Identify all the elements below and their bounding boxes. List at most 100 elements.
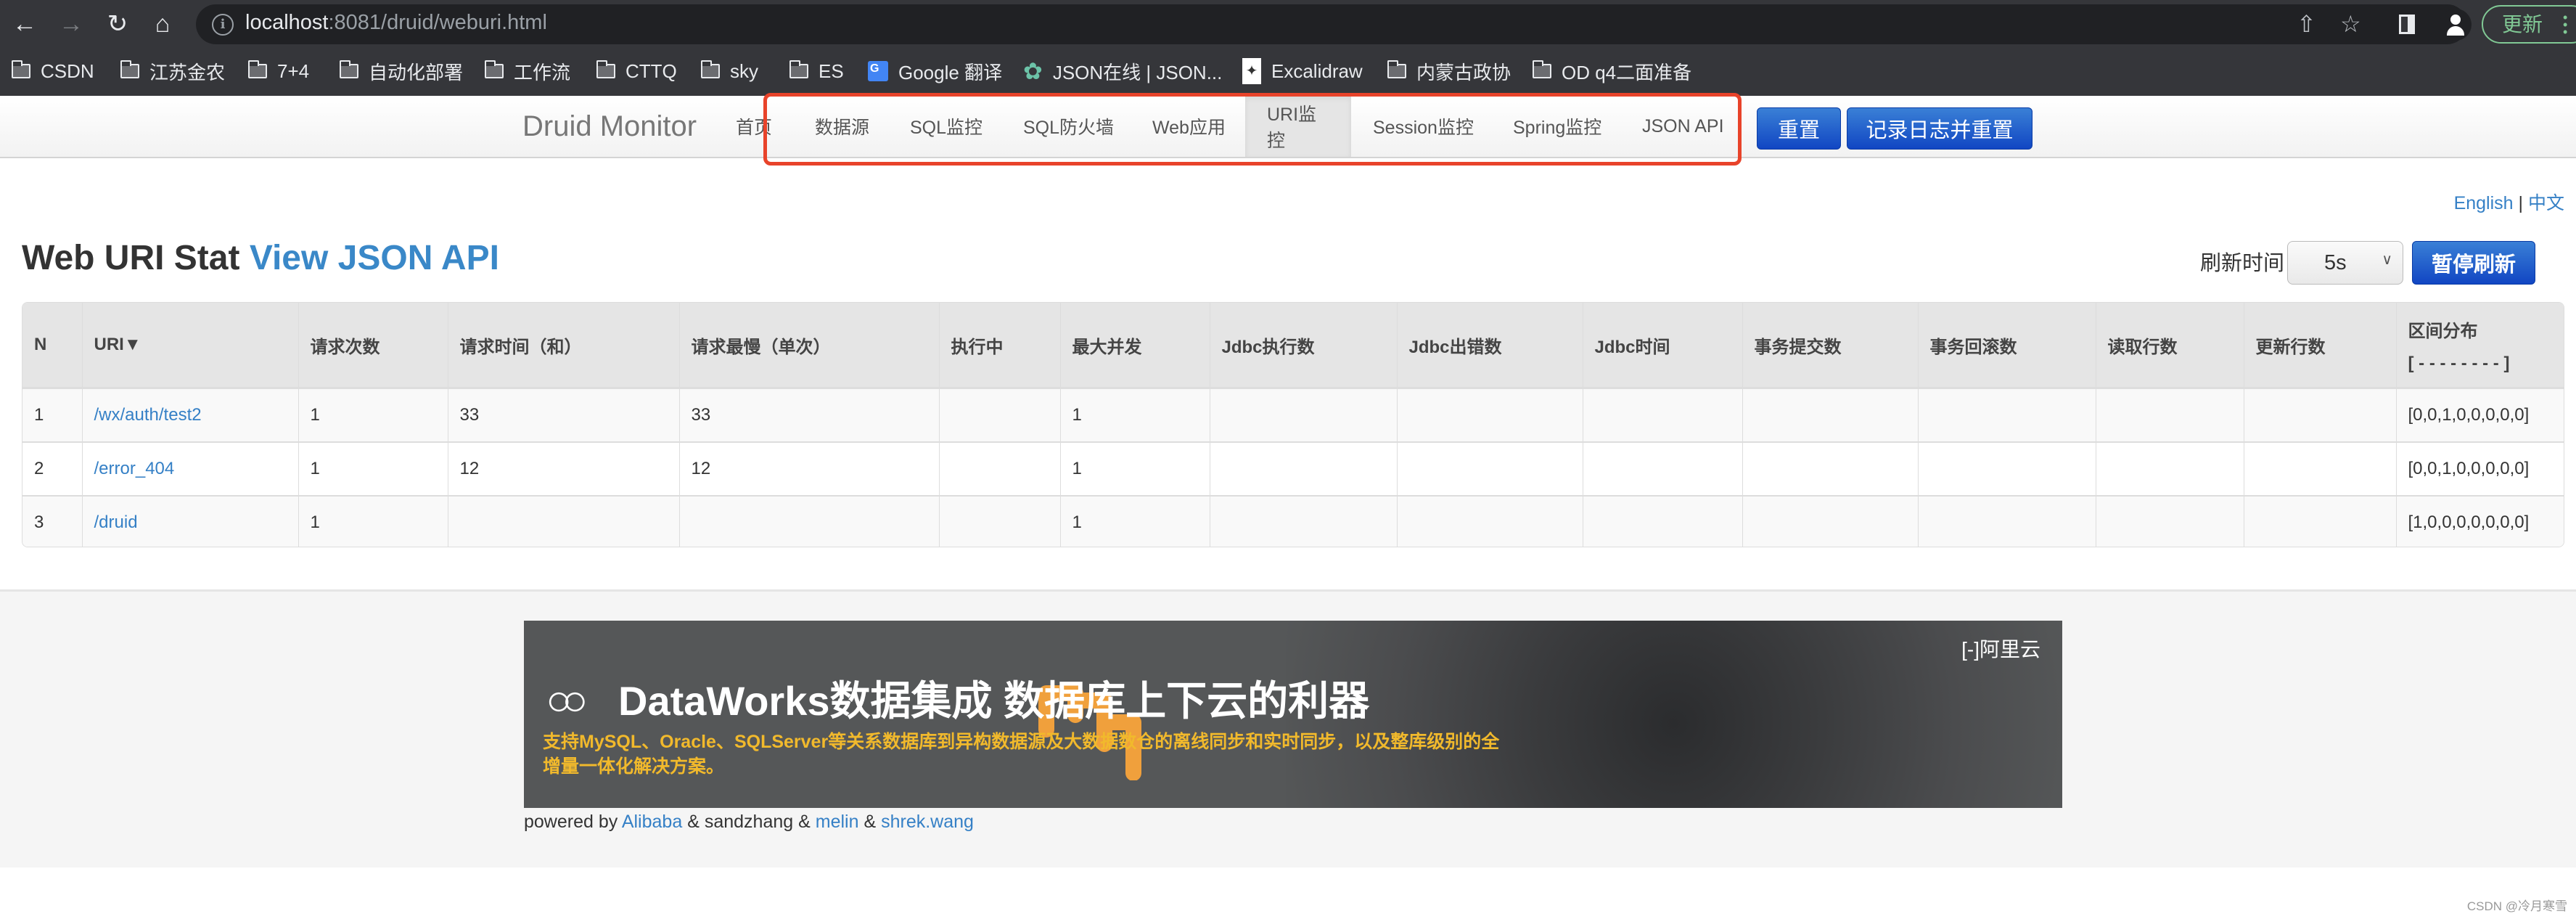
- table-cell: 1: [22, 387, 82, 442]
- folder-icon: [339, 60, 358, 78]
- pause-refresh-button[interactable]: 暂停刷新: [2412, 241, 2535, 285]
- back-arrow-icon[interactable]: ←: [9, 8, 41, 40]
- table-cell: [1209, 441, 1397, 496]
- table-cell: [0,0,1,0,0,0,0,0]: [2395, 441, 2564, 496]
- col-header-request-count[interactable]: 请求次数: [298, 303, 448, 389]
- bookmark-item[interactable]: 自动化部署: [339, 58, 463, 84]
- url-text[interactable]: localhost:8081/druid/weburi.html: [245, 11, 547, 35]
- col-header-uri[interactable]: URI▼: [81, 303, 298, 389]
- nav-item-session[interactable]: Session监控: [1351, 96, 1496, 157]
- refresh-interval-select[interactable]: 5s ∨: [2287, 241, 2403, 285]
- alibaba-link[interactable]: Alibaba: [622, 812, 682, 832]
- bookmark-item[interactable]: ✦ Excalidraw: [1242, 58, 1363, 84]
- col-header-jdbc-error[interactable]: Jdbc出错数: [1396, 303, 1583, 389]
- uri-stat-table: N URI▼ 请求次数 请求时间（和） 请求最慢（单次） 执行中 最大并发 Jd…: [22, 302, 2564, 547]
- col-header-histogram[interactable]: 区间分布[ - - - - - - - - ]: [2395, 303, 2564, 389]
- dataworks-ad-banner[interactable]: ○○ DataWorks数据集成 数据库上下云的利器 支持MySQL、Oracle…: [524, 621, 2062, 808]
- table-cell: [2243, 387, 2396, 442]
- table-cell: [2095, 441, 2244, 496]
- table-cell: [0,0,1,0,0,0,0,0]: [2395, 387, 2564, 442]
- site-info-icon[interactable]: i: [212, 14, 234, 36]
- nav-item-sql-firewall[interactable]: SQL防火墙: [1001, 96, 1136, 157]
- table-header-row: N URI▼ 请求次数 请求时间（和） 请求最慢（单次） 执行中 最大并发 Jd…: [22, 303, 2564, 389]
- col-header-n[interactable]: N: [22, 303, 82, 389]
- browser-chrome: ← → ↻ ⌂ i localhost:8081/druid/weburi.ht…: [0, 0, 2576, 96]
- lang-english-link[interactable]: English: [2454, 193, 2514, 213]
- bookmark-item[interactable]: sky: [700, 58, 758, 84]
- bookmark-item[interactable]: 内蒙古政协: [1387, 58, 1511, 84]
- forward-arrow-icon[interactable]: →: [55, 8, 87, 40]
- folder-icon: [1532, 60, 1551, 78]
- nav-item-uri[interactable]: URI监控: [1245, 96, 1351, 157]
- table-cell: [2243, 441, 2396, 496]
- reset-button[interactable]: 重置: [1757, 107, 1841, 150]
- table-cell: [938, 441, 1060, 496]
- bookmarks-bar: CSDN 江苏金农 7+4 自动化部署 工作流 CTTQ sky ES G Goo…: [0, 48, 2576, 96]
- chevron-down-icon: ∨: [2382, 252, 2392, 268]
- lang-chinese-link[interactable]: 中文: [2528, 193, 2564, 213]
- col-header-jdbc-time[interactable]: Jdbc时间: [1582, 303, 1742, 389]
- nav-item-datasource[interactable]: 数据源: [793, 96, 891, 157]
- table-cell: [938, 495, 1060, 547]
- side-panel-icon[interactable]: [2399, 15, 2415, 34]
- table-cell: [1582, 387, 1742, 442]
- nav-item-json-api[interactable]: JSON API: [1620, 96, 1746, 157]
- col-header-max-concurrency[interactable]: 最大并发: [1059, 303, 1210, 389]
- bookmark-item[interactable]: CSDN: [11, 58, 94, 84]
- bookmark-item[interactable]: G Google 翻译: [868, 58, 1002, 84]
- address-bar[interactable]: i localhost:8081/druid/weburi.html ⇧ ☆: [196, 4, 2467, 44]
- col-header-rows-read[interactable]: 读取行数: [2095, 303, 2244, 389]
- table-cell: 1: [1059, 495, 1210, 547]
- table-cell: 1: [298, 387, 448, 442]
- bookmark-item[interactable]: ✿ JSON在线 | JSON...: [1023, 58, 1222, 84]
- table-cell: [2095, 387, 2244, 442]
- bookmark-item[interactable]: OD q4二面准备: [1532, 58, 1691, 84]
- druid-navbar: Druid Monitor 首页 数据源 SQL监控 SQL防火墙 Web应用 …: [0, 96, 2576, 158]
- banner-subtitle: 支持MySQL、Oracle、SQLServer等关系数据库到异构数据源及大数据…: [543, 732, 1500, 777]
- refresh-interval-label: 刷新时间: [2200, 252, 2285, 275]
- col-header-tx-commit[interactable]: 事务提交数: [1742, 303, 1918, 389]
- table-cell: [938, 387, 1060, 442]
- col-header-jdbc-exec[interactable]: Jdbc执行数: [1209, 303, 1397, 389]
- browser-update-button[interactable]: 更新 • • •: [2482, 5, 2576, 44]
- bookmark-item[interactable]: 江苏金农: [120, 58, 225, 84]
- view-json-api-link[interactable]: View JSON API: [250, 239, 499, 277]
- profile-avatar-icon[interactable]: [2440, 9, 2472, 41]
- bookmark-item[interactable]: CTTQ: [596, 58, 677, 84]
- nav-item-webapp[interactable]: Web应用: [1131, 96, 1247, 157]
- table-row: 1/wx/auth/test2 1 33 33 1 [0,0,1,0,0,0,0,0]: [22, 387, 2564, 442]
- nav-item-home[interactable]: 首页: [714, 96, 794, 157]
- uri-link[interactable]: /druid: [94, 512, 138, 532]
- bookmark-item[interactable]: 7+4: [247, 58, 309, 84]
- shrek-wang-link[interactable]: shrek.wang: [881, 812, 974, 832]
- folder-icon: [596, 60, 615, 78]
- cell-uri: /wx/auth/test2: [81, 387, 298, 442]
- uri-link[interactable]: /error_404: [94, 459, 175, 478]
- share-icon[interactable]: ⇧: [2297, 10, 2316, 38]
- log-and-reset-button[interactable]: 记录日志并重置: [1847, 107, 2033, 150]
- bookmark-star-icon[interactable]: ☆: [2340, 10, 2361, 38]
- home-icon[interactable]: ⌂: [147, 8, 179, 40]
- brand-logo[interactable]: Druid Monitor: [522, 110, 697, 143]
- col-header-tx-rollback[interactable]: 事务回滚数: [1917, 303, 2096, 389]
- menu-dots-icon[interactable]: • • •: [2563, 11, 2567, 38]
- col-header-request-time-sum[interactable]: 请求时间（和）: [447, 303, 679, 389]
- table-cell: [1396, 495, 1583, 547]
- col-header-rows-updated[interactable]: 更新行数: [2243, 303, 2396, 389]
- reload-icon[interactable]: ↻: [102, 8, 134, 40]
- nav-item-sql[interactable]: SQL监控: [888, 96, 1004, 157]
- folder-icon: [484, 60, 504, 78]
- table-cell: [1742, 441, 1918, 496]
- table-cell: [1209, 495, 1397, 547]
- col-header-request-slowest[interactable]: 请求最慢（单次）: [678, 303, 939, 389]
- bookmark-item[interactable]: ES: [789, 58, 844, 84]
- melin-link[interactable]: melin: [816, 812, 859, 832]
- bookmark-item[interactable]: 工作流: [484, 58, 570, 84]
- col-header-running[interactable]: 执行中: [938, 303, 1060, 389]
- csdn-watermark: CSDN @冷月寒雪: [2466, 899, 2567, 913]
- nav-item-spring[interactable]: Spring监控: [1491, 96, 1623, 157]
- uri-link[interactable]: /wx/auth/test2: [94, 405, 202, 425]
- table-cell: [1742, 495, 1918, 547]
- google-translate-icon: G: [868, 61, 888, 81]
- table-cell: 1: [298, 441, 448, 496]
